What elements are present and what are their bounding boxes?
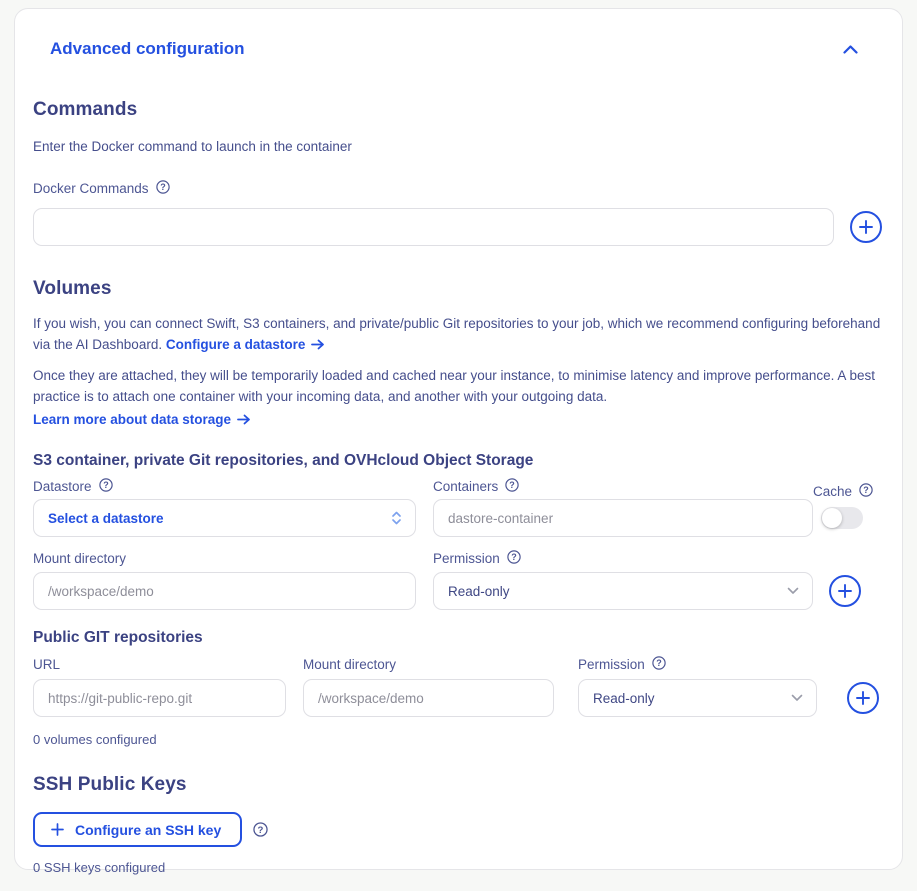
help-icon[interactable]: ? xyxy=(99,478,113,492)
configure-datastore-link[interactable]: Configure a datastore xyxy=(166,334,326,355)
help-icon[interactable]: ? xyxy=(505,478,519,492)
datastore-label: Datastore ? xyxy=(33,479,416,494)
svg-text:?: ? xyxy=(863,485,869,495)
svg-text:?: ? xyxy=(511,552,517,562)
git-permission-select[interactable]: Read-only xyxy=(578,679,817,717)
datastore-select-value: Select a datastore xyxy=(48,511,164,526)
mount-directory-label: Mount directory xyxy=(33,551,416,566)
commands-heading: Commands xyxy=(33,99,882,121)
learn-more-data-storage-link[interactable]: Learn more about data storage xyxy=(33,412,251,427)
add-volume-button[interactable] xyxy=(829,575,861,607)
svg-text:?: ? xyxy=(160,182,166,192)
mount-directory-input[interactable] xyxy=(33,572,416,610)
advanced-configuration-card: Advanced configuration Commands Enter th… xyxy=(14,8,903,870)
s3-container-heading: S3 container, private Git repositories, … xyxy=(33,452,882,470)
permission-select-value: Read-only xyxy=(448,584,510,599)
ssh-keys-configured-count: 0 SSH keys configured xyxy=(33,860,882,875)
svg-text:?: ? xyxy=(510,480,516,490)
git-permission-select-value: Read-only xyxy=(593,691,655,706)
datastore-select[interactable]: Select a datastore xyxy=(33,499,416,537)
chevron-up-icon[interactable] xyxy=(843,45,858,54)
chevron-down-icon xyxy=(791,694,803,702)
help-icon[interactable]: ? xyxy=(652,656,666,670)
git-permission-label: Permission ? xyxy=(578,657,666,672)
commands-description: Enter the Docker command to launch in th… xyxy=(33,136,882,157)
plus-icon xyxy=(837,583,853,599)
add-git-repository-button[interactable] xyxy=(847,682,879,714)
help-icon[interactable]: ? xyxy=(507,550,521,564)
git-url-input[interactable] xyxy=(33,679,286,717)
help-icon[interactable]: ? xyxy=(859,483,873,497)
containers-input[interactable] xyxy=(433,499,813,537)
volumes-heading: Volumes xyxy=(33,278,882,300)
svg-text:?: ? xyxy=(656,658,662,668)
configure-ssh-key-button[interactable]: Configure an SSH key xyxy=(33,812,242,847)
arrow-right-icon xyxy=(311,339,325,350)
docker-commands-input[interactable] xyxy=(33,208,834,246)
accordion-title: Advanced configuration xyxy=(50,39,245,59)
plus-icon xyxy=(855,690,871,706)
add-docker-command-button[interactable] xyxy=(850,211,882,243)
plus-icon xyxy=(858,219,874,235)
help-icon[interactable]: ? xyxy=(253,822,268,837)
volumes-configured-count: 0 volumes configured xyxy=(33,732,882,747)
toggle-knob xyxy=(822,508,842,528)
git-url-label: URL xyxy=(33,657,286,672)
git-mount-directory-label: Mount directory xyxy=(303,657,554,672)
git-mount-directory-input[interactable] xyxy=(303,679,554,717)
accordion-header[interactable]: Advanced configuration xyxy=(33,9,882,59)
chevron-updown-icon xyxy=(391,510,402,526)
volumes-paragraph-1: If you wish, you can connect Swift, S3 c… xyxy=(33,313,882,355)
permission-label: Permission ? xyxy=(433,551,813,566)
cache-toggle[interactable] xyxy=(821,507,863,529)
help-icon[interactable]: ? xyxy=(156,180,170,194)
volumes-paragraph-2: Once they are attached, they will be tem… xyxy=(33,365,882,407)
docker-commands-label: Docker Commands ? xyxy=(33,181,170,196)
permission-select[interactable]: Read-only xyxy=(433,572,813,610)
public-git-heading: Public GIT repositories xyxy=(33,629,882,647)
svg-text:?: ? xyxy=(103,480,109,490)
ssh-public-keys-heading: SSH Public Keys xyxy=(33,774,882,796)
cache-label: Cache ? xyxy=(813,484,873,499)
svg-text:?: ? xyxy=(258,825,264,836)
chevron-down-icon xyxy=(787,587,799,595)
plus-icon xyxy=(51,823,64,836)
containers-label: Containers ? xyxy=(433,479,813,494)
arrow-right-icon xyxy=(237,414,251,425)
